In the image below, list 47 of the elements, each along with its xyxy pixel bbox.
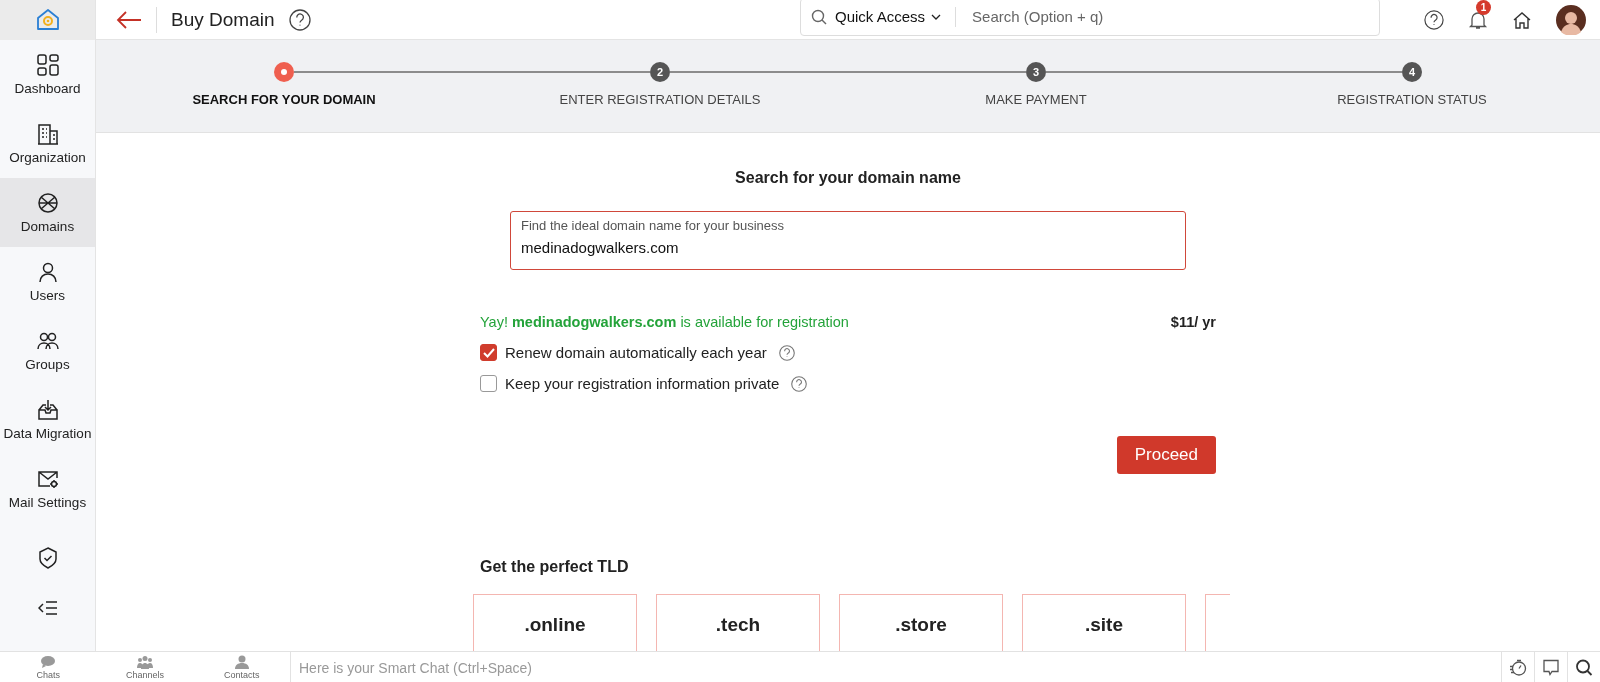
option-label: Keep your registration information private <box>505 375 780 392</box>
price-text: $11/ yr <box>1170 314 1216 330</box>
avatar[interactable] <box>1556 4 1586 35</box>
section-heading: Get the perfect TLD <box>480 558 630 576</box>
people-icon <box>137 655 153 669</box>
help-icon[interactable] <box>288 8 311 31</box>
sidebar-item[interactable]: Users <box>0 247 95 316</box>
checkbox[interactable] <box>480 344 497 361</box>
step-label: SEARCH FOR YOUR DOMAIN <box>192 92 376 107</box>
checkbox[interactable] <box>480 375 497 392</box>
chat-bar-tab[interactable]: Channels <box>96 652 194 682</box>
grid-icon <box>35 52 60 77</box>
notification-count: 1 <box>1476 0 1491 15</box>
step-label: REGISTRATION STATUS <box>1337 92 1487 107</box>
collapse-menu-icon[interactable] <box>37 600 58 616</box>
help-icon[interactable] <box>1424 9 1444 30</box>
sidebar-item[interactable]: Organization <box>0 109 95 178</box>
chat-bar-tab[interactable]: Chats <box>0 652 97 682</box>
step-number: 3 <box>1026 62 1046 82</box>
globe-icon <box>35 190 60 215</box>
chevron-down-icon <box>931 13 942 20</box>
sidebar-item[interactable]: Groups <box>0 316 95 385</box>
step-label: ENTER REGISTRATION DETAILS <box>559 92 761 107</box>
search-icon <box>811 8 827 25</box>
inbox-download-icon <box>35 397 60 422</box>
search-bar[interactable]: Quick Access Search (Option + q) <box>800 0 1380 36</box>
sidebar-item[interactable]: Mail Settings <box>0 454 95 523</box>
sidebar-item[interactable]: Domains <box>0 178 95 247</box>
person-icon <box>233 655 250 669</box>
sidebar-item[interactable]: Data Migration <box>0 385 95 454</box>
home-icon[interactable] <box>1512 9 1532 30</box>
building-icon <box>35 121 60 146</box>
search-field[interactable]: Search (Option + q) <box>970 7 1379 26</box>
page-title: Buy Domain <box>171 8 275 31</box>
option-label: Renew domain automatically each year <box>505 344 767 361</box>
proceed-button[interactable]: Proceed <box>1116 436 1216 474</box>
chat-bar-tab[interactable]: Contacts <box>193 652 290 682</box>
section-heading: Search for your domain name <box>734 169 962 187</box>
step-number: 2 <box>650 62 670 82</box>
step-label: MAKE PAYMENT <box>985 92 1087 107</box>
domain-field[interactable]: Find the ideal domain name for your business medinadogwalkers.com <box>510 211 1186 270</box>
availability-message: Yay! medinadogwalkers.com is available for registration <box>480 314 849 330</box>
back-arrow-icon[interactable] <box>116 10 142 29</box>
quick-access-dropdown[interactable]: Quick Access <box>835 8 942 25</box>
sidebar-item[interactable]: Dashboard <box>0 40 95 109</box>
speech-bubble-icon <box>40 655 57 669</box>
step-number: 4 <box>1402 62 1422 82</box>
